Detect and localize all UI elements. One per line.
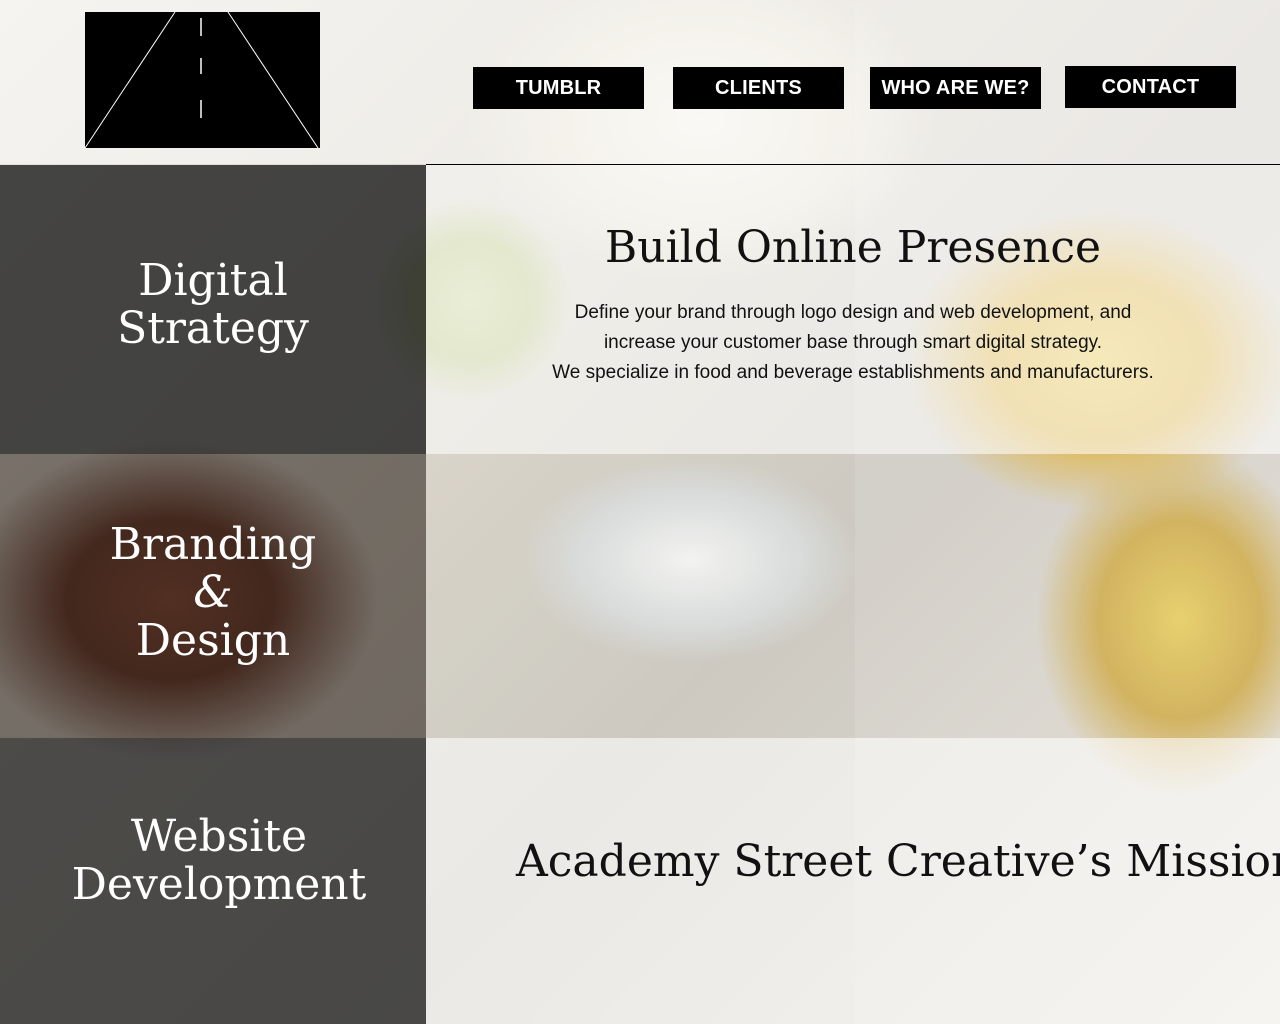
service-title-line: Branding (109, 519, 317, 570)
services-column: Digital Strategy Branding & Design Websi… (0, 165, 426, 1024)
mission-title: Academy Street Creative’s Mission (516, 836, 1280, 887)
service-title-line: Design (135, 615, 291, 666)
photo-panel (426, 454, 1280, 738)
hero-line: We specialize in food and beverage estab… (552, 362, 1154, 383)
service-title-line: Digital (138, 254, 288, 306)
service-title-line: Development (71, 859, 367, 910)
hero-description: Define your brand through logo design an… (426, 298, 1280, 388)
service-title-line: Strategy (117, 302, 309, 354)
site-logo[interactable] (84, 11, 320, 149)
service-website-development[interactable]: Website Development (0, 738, 426, 1024)
service-branding-design[interactable]: Branding & Design (0, 454, 426, 738)
nav-tumblr[interactable]: TUMBLR (473, 67, 644, 109)
hero-line: increase your customer base through smar… (603, 332, 1103, 353)
service-title-line: Website (130, 811, 308, 862)
nav-who-are-we[interactable]: WHO ARE WE? (870, 67, 1041, 109)
hero-title: Build Online Presence (604, 222, 1102, 273)
nav-contact[interactable]: CONTACT (1065, 66, 1236, 108)
service-digital-strategy[interactable]: Digital Strategy (0, 165, 426, 454)
service-title-line: & (193, 567, 233, 618)
nav-clients[interactable]: CLIENTS (673, 67, 844, 109)
road-logo-icon (84, 11, 320, 149)
hero-line: Define your brand through logo design an… (574, 302, 1132, 323)
